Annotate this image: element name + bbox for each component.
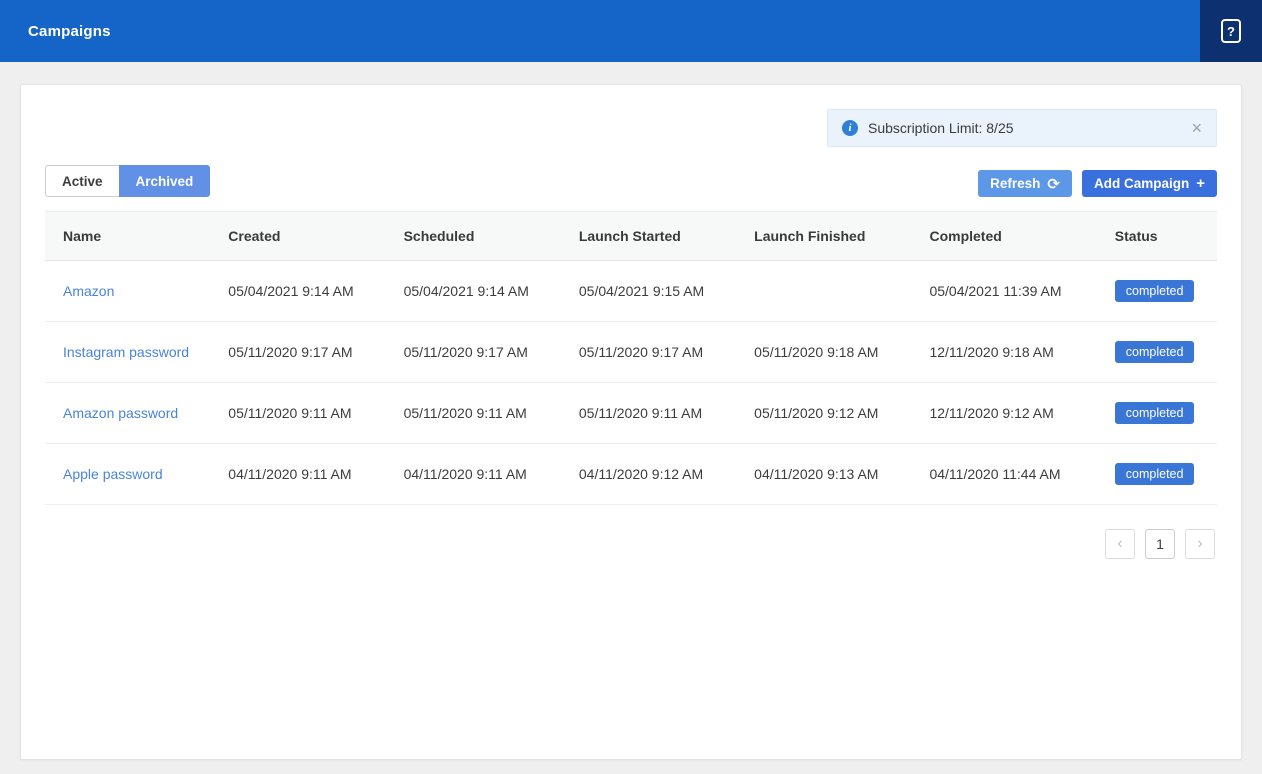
pagination: ‹ 1 › (45, 529, 1217, 559)
scheduled-cell: 05/11/2020 9:17 AM (386, 322, 561, 383)
refresh-icon: ⟳ (1047, 175, 1060, 193)
campaign-name-link[interactable]: Amazon password (63, 405, 178, 421)
plus-icon: + (1196, 175, 1205, 192)
tab-archived[interactable]: Archived (119, 165, 211, 197)
toolbar-actions: Refresh ⟳ Add Campaign + (978, 170, 1217, 197)
page-title: Campaigns (0, 23, 111, 40)
table-row: Amazon 05/04/2021 9:14 AM 05/04/2021 9:1… (45, 261, 1217, 322)
table-header-row: Name Created Scheduled Launch Started La… (45, 212, 1217, 261)
status-badge: completed (1115, 341, 1195, 363)
created-cell: 04/11/2020 9:11 AM (210, 444, 385, 505)
launch-started-cell: 05/11/2020 9:11 AM (561, 383, 736, 444)
completed-cell: 12/11/2020 9:18 AM (911, 322, 1096, 383)
launch-finished-cell: 04/11/2020 9:13 AM (736, 444, 911, 505)
add-campaign-button-label: Add Campaign (1094, 176, 1189, 191)
status-badge: completed (1115, 280, 1195, 302)
tab-active[interactable]: Active (45, 165, 119, 197)
add-campaign-button[interactable]: Add Campaign + (1082, 170, 1217, 197)
scheduled-cell: 05/04/2021 9:14 AM (386, 261, 561, 322)
created-cell: 05/04/2021 9:14 AM (210, 261, 385, 322)
launch-finished-cell: 05/11/2020 9:18 AM (736, 322, 911, 383)
next-page-button[interactable]: › (1185, 529, 1215, 559)
column-header-created: Created (210, 212, 385, 261)
launch-started-cell: 05/11/2020 9:17 AM (561, 322, 736, 383)
refresh-button-label: Refresh (990, 176, 1040, 191)
page-1-button[interactable]: 1 (1145, 529, 1175, 559)
column-header-name: Name (45, 212, 210, 261)
table-row: Instagram password 05/11/2020 9:17 AM 05… (45, 322, 1217, 383)
prev-page-button[interactable]: ‹ (1105, 529, 1135, 559)
close-icon[interactable]: × (1191, 119, 1202, 137)
launch-started-cell: 05/04/2021 9:15 AM (561, 261, 736, 322)
launch-finished-cell (736, 261, 911, 322)
table-row: Apple password 04/11/2020 9:11 AM 04/11/… (45, 444, 1217, 505)
completed-cell: 04/11/2020 11:44 AM (911, 444, 1096, 505)
column-header-status: Status (1097, 212, 1217, 261)
column-header-scheduled: Scheduled (386, 212, 561, 261)
controls-row: Active Archived Refresh ⟳ Add Campaign + (45, 165, 1217, 197)
completed-cell: 12/11/2020 9:12 AM (911, 383, 1096, 444)
campaign-name-link[interactable]: Apple password (63, 466, 163, 482)
subscription-limit-text: Subscription Limit: 8/25 (868, 120, 1191, 136)
column-header-launch-finished: Launch Finished (736, 212, 911, 261)
subscription-limit-banner: i Subscription Limit: 8/25 × (827, 109, 1217, 147)
top-navbar: Campaigns ? (0, 0, 1262, 62)
column-header-completed: Completed (911, 212, 1096, 261)
status-badge: completed (1115, 463, 1195, 485)
help-icon: ? (1221, 19, 1241, 43)
completed-cell: 05/04/2021 11:39 AM (911, 261, 1096, 322)
scheduled-cell: 05/11/2020 9:11 AM (386, 383, 561, 444)
campaign-filter-tabs: Active Archived (45, 165, 210, 197)
created-cell: 05/11/2020 9:17 AM (210, 322, 385, 383)
help-button[interactable]: ? (1200, 0, 1262, 62)
campaign-name-link[interactable]: Amazon (63, 283, 114, 299)
created-cell: 05/11/2020 9:11 AM (210, 383, 385, 444)
column-header-launch-started: Launch Started (561, 212, 736, 261)
table-row: Amazon password 05/11/2020 9:11 AM 05/11… (45, 383, 1217, 444)
refresh-button[interactable]: Refresh ⟳ (978, 170, 1072, 197)
campaign-name-link[interactable]: Instagram password (63, 344, 189, 360)
campaigns-panel: i Subscription Limit: 8/25 × Active Arch… (20, 84, 1242, 760)
info-icon: i (842, 120, 858, 136)
launch-started-cell: 04/11/2020 9:12 AM (561, 444, 736, 505)
launch-finished-cell: 05/11/2020 9:12 AM (736, 383, 911, 444)
scheduled-cell: 04/11/2020 9:11 AM (386, 444, 561, 505)
status-badge: completed (1115, 402, 1195, 424)
campaigns-table: Name Created Scheduled Launch Started La… (45, 211, 1217, 505)
banner-row: i Subscription Limit: 8/25 × (45, 109, 1217, 147)
